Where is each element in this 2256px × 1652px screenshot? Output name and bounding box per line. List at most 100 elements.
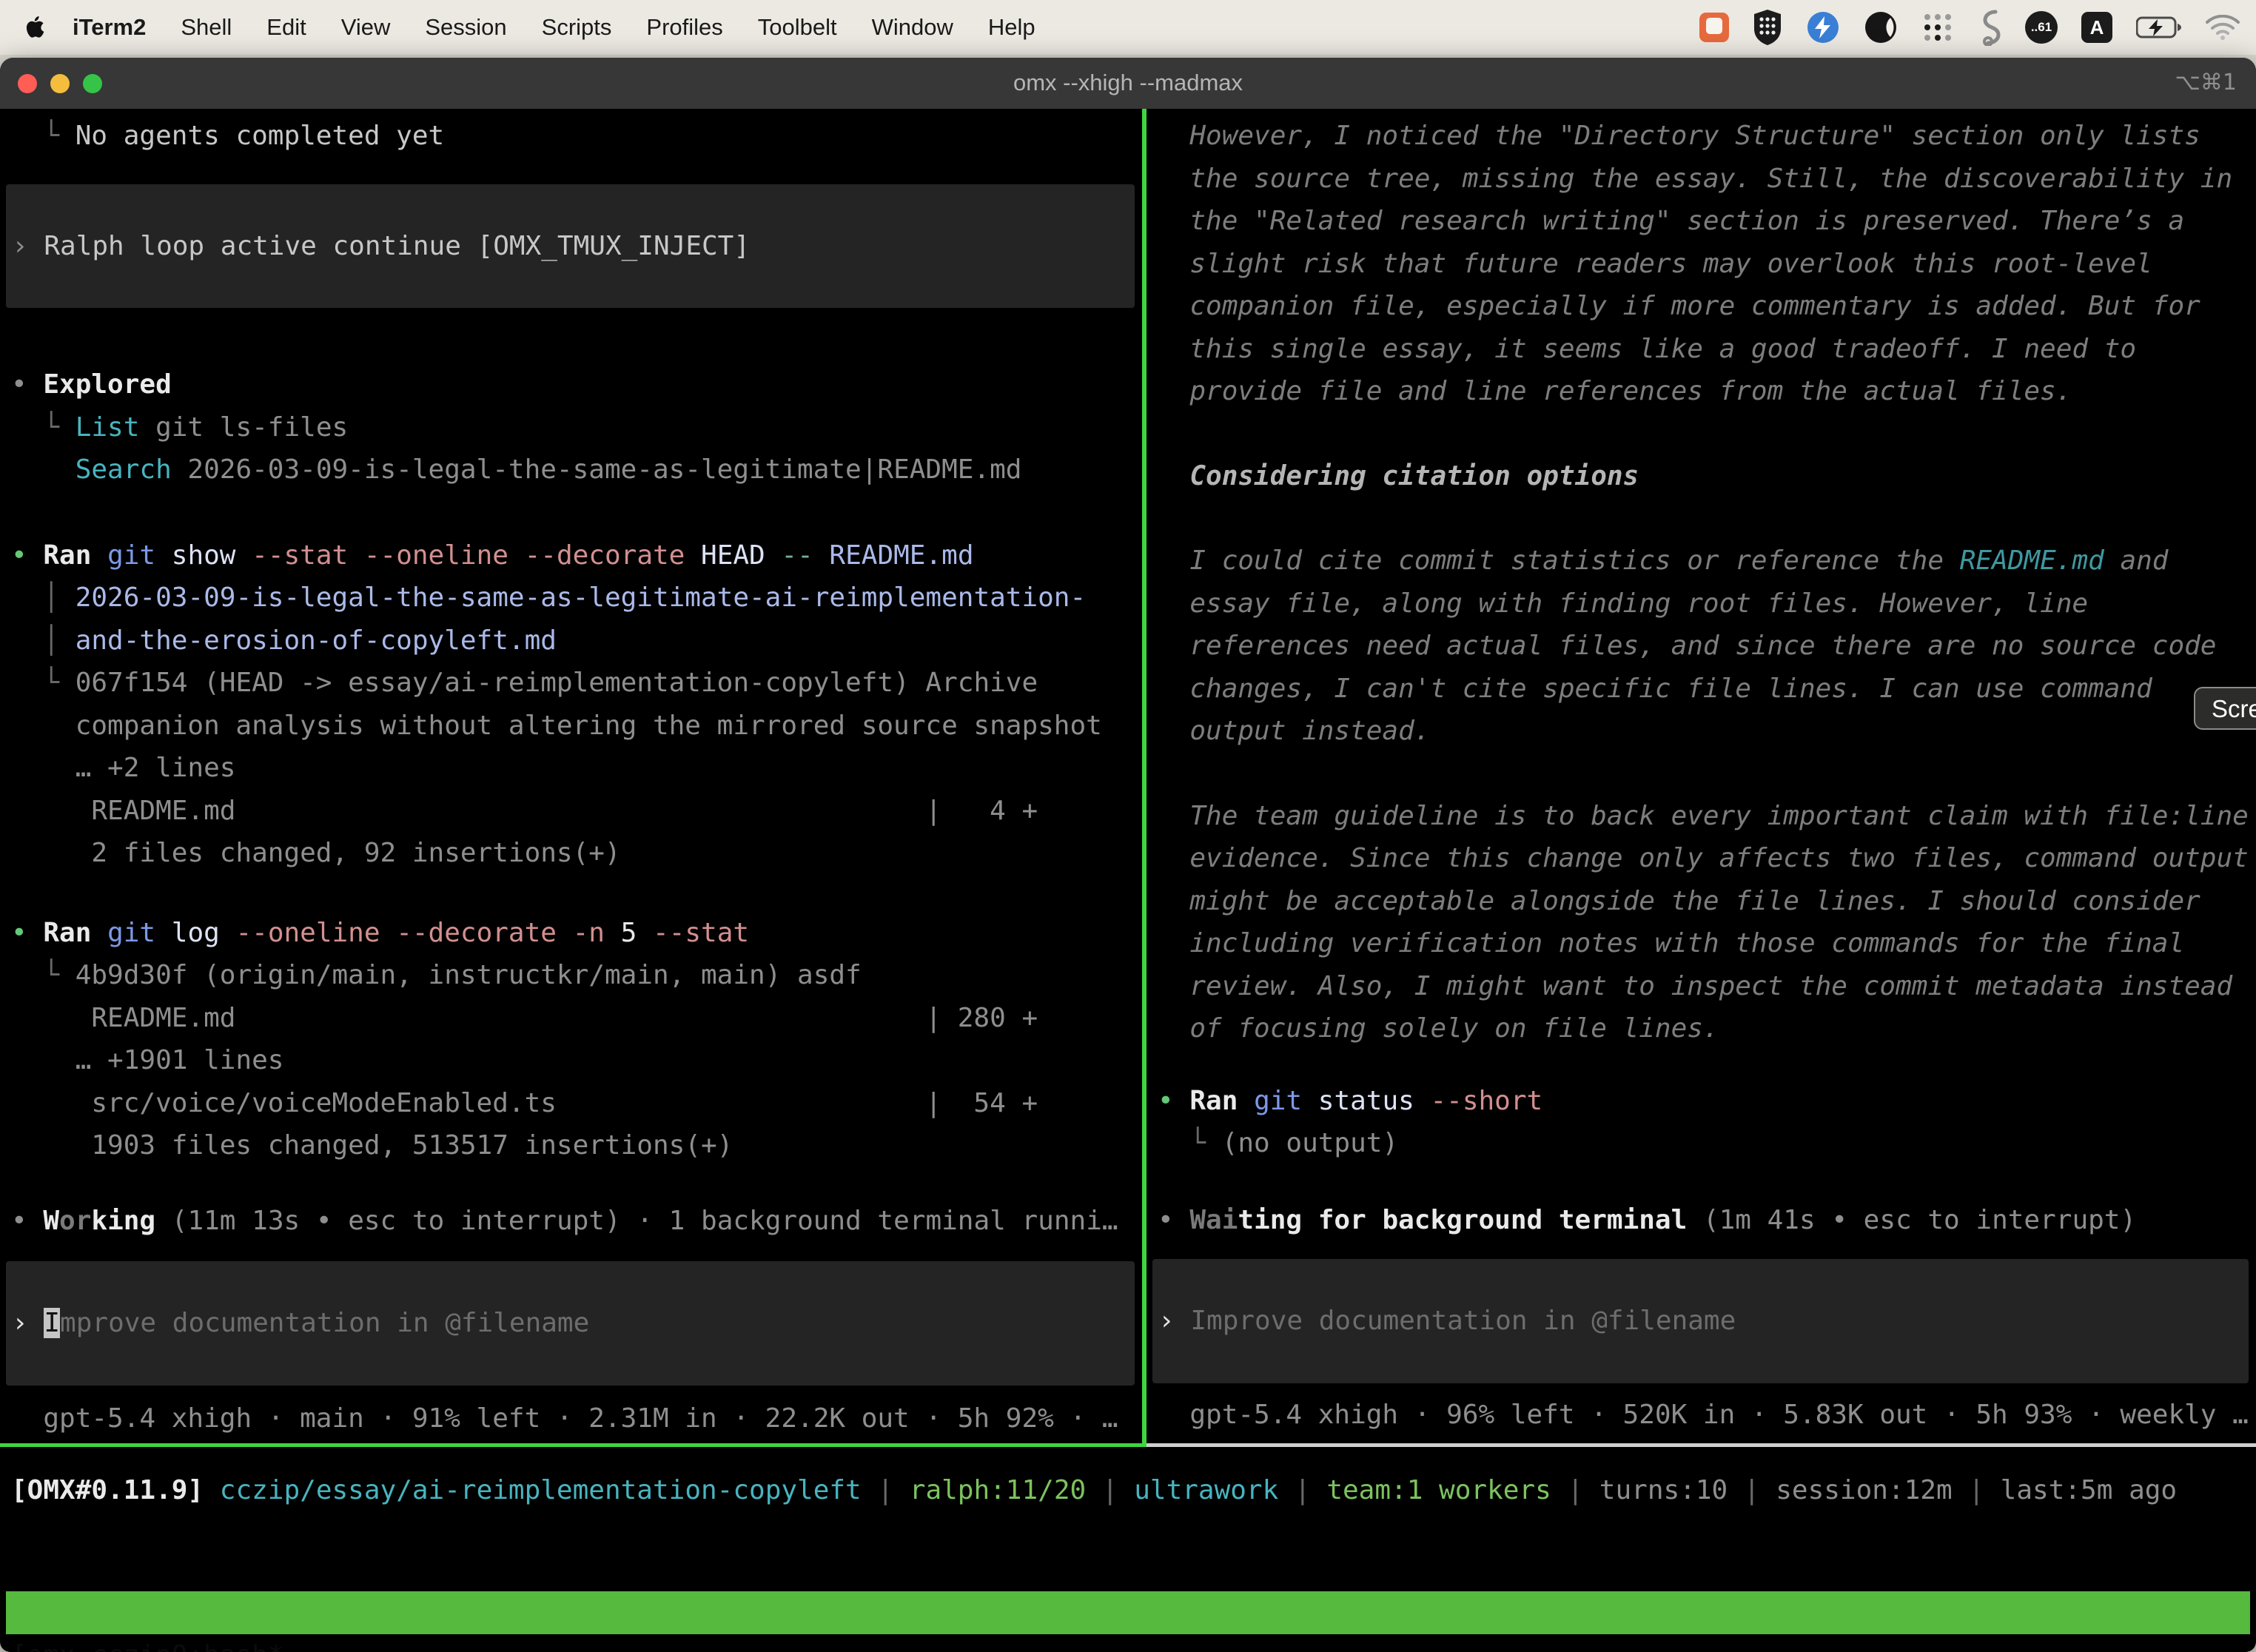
reasoning-text: slight risk that future readers may over… — [1147, 243, 2256, 286]
pane-border-left-active — [0, 1443, 1142, 1447]
model-status-right: gpt-5.4 xhigh · 96% left · 520K in · 5.8… — [1147, 1394, 2256, 1437]
iterm2-window: omx --xhigh --madmax ⌥⌘1 └ No agents com… — [0, 58, 2256, 1652]
spacer — [0, 109, 1142, 115]
chat-icon[interactable] — [1699, 13, 1729, 42]
text-segment: … +1901 lines — [11, 1045, 283, 1075]
text-segment: including verification notes with those … — [1158, 928, 2184, 958]
spacer — [1147, 1050, 2256, 1080]
text-segment: However, I noticed the "Directory Struct… — [1158, 121, 2200, 151]
wifi-icon[interactable] — [2206, 15, 2240, 40]
pie-icon[interactable] — [1864, 10, 1898, 44]
ralph-loop-banner[interactable]: › Ralph loop active continue [OMX_TMUX_I… — [6, 184, 1135, 309]
text-segment: Ran — [43, 918, 107, 948]
prompt-input-left[interactable]: › Improve documentation in @filename — [6, 1261, 1135, 1386]
working-status-line: • Working (11m 13s • esc to interrupt) ·… — [0, 1200, 1142, 1243]
reasoning-text: evidence. Since this change only affects… — [1147, 837, 2256, 880]
git-show-output: 2 files changed, 92 insertions(+) — [0, 832, 1142, 875]
text-segment: Ralph loop active continue [OMX_TMUX_INJ… — [44, 231, 750, 261]
command-wrap-line: │ 2026-03-09-is-legal-the-same-as-legiti… — [0, 577, 1142, 620]
spacer — [0, 158, 1142, 184]
text-segment: (1m 41s • esc to interrupt) — [1687, 1205, 2136, 1235]
text-segment: gpt-5.4 xhigh · 96% left · 520K in · 5.8… — [1158, 1400, 2249, 1430]
terminal-content[interactable]: └ No agents completed yet › Ralph loop ac… — [0, 109, 2256, 1590]
text-segment: git — [107, 918, 172, 948]
menu-item-toolbelt[interactable]: Toolbelt — [758, 14, 837, 41]
window-title: omx --xhigh --madmax — [0, 70, 2256, 96]
spacer — [0, 875, 1142, 912]
tmux-session-label[interactable]: [omx-cczip0:bash* — [11, 1634, 283, 1652]
text-segment: I could cite commit statistics or refere… — [1158, 545, 1960, 576]
text-segment: output instead. — [1158, 716, 1430, 746]
text-segment: this single essay, it seems like a good … — [1158, 334, 2136, 364]
text-segment: Wai — [1189, 1205, 1238, 1235]
menu-item-session[interactable]: Session — [425, 14, 506, 41]
text-segment: Considering citation options — [1158, 461, 1639, 491]
text-segment: review. Also, I might want to inspect th… — [1158, 971, 2232, 1001]
keyboard-a-icon[interactable]: A — [2081, 12, 2112, 43]
text-segment: └ — [11, 121, 75, 151]
shield-grid-icon[interactable] — [1753, 10, 1782, 45]
text-segment: • — [11, 540, 43, 571]
badge-61-icon[interactable]: ..61 — [2025, 11, 2058, 44]
omx-separator — [204, 1475, 220, 1505]
menu-status-icons: ..61 A — [1699, 0, 2240, 55]
text-segment: No agents completed yet — [75, 121, 445, 151]
menu-item-window[interactable]: Window — [872, 14, 953, 41]
spacer — [1147, 497, 2256, 540]
menu-item-profiles[interactable]: Profiles — [646, 14, 722, 41]
title-bar[interactable]: omx --xhigh --madmax ⌥⌘1 — [0, 58, 2256, 110]
menu-item-view[interactable]: View — [341, 14, 391, 41]
readme-link: README.md — [1960, 545, 2104, 576]
reasoning-text: review. Also, I might want to inspect th… — [1147, 965, 2256, 1008]
text-segment: provide file and line references from th… — [1158, 376, 2072, 406]
text-segment — [11, 454, 75, 485]
waiting-status-line: • Waiting for background terminal (1m 41… — [1147, 1199, 2256, 1242]
text-segment: • — [11, 369, 43, 400]
dots-grid-icon[interactable] — [1921, 11, 1954, 44]
explored-list-item: └ List git ls-files — [0, 406, 1142, 449]
text-segment: README.md — [829, 540, 973, 571]
text-segment: • — [11, 1206, 43, 1236]
menu-item-scripts[interactable]: Scripts — [542, 14, 612, 41]
tmux-pane-left[interactable]: └ No agents completed yet › Ralph loop ac… — [0, 109, 1142, 1443]
reasoning-heading: Considering citation options — [1147, 455, 2256, 498]
menu-item-shell[interactable]: Shell — [181, 14, 232, 41]
text-segment: … +2 lines — [11, 753, 235, 783]
text-segment: changes, I can't cite specific file line… — [1158, 674, 2152, 704]
text-segment: git — [1254, 1086, 1318, 1116]
text-segment: --oneline --decorate — [235, 918, 572, 948]
text-segment: and-the-erosion-of-copyleft.md — [75, 625, 557, 656]
text-segment: 2 files changed, 92 insertions(+) — [11, 838, 621, 868]
omx-last: last:5m ago — [2001, 1475, 2177, 1505]
apple-menu-icon[interactable] — [25, 16, 44, 38]
text-segment: • — [1158, 1205, 1189, 1235]
text-segment: (11m 13s • esc to interrupt) · 1 backgro… — [155, 1206, 1118, 1236]
spacer — [0, 1167, 1142, 1200]
text-segment: › — [12, 1308, 44, 1338]
text-segment: (no output) — [1222, 1128, 1398, 1158]
text-segment: Improve documentation in @filename — [1190, 1306, 1736, 1336]
menu-item-edit[interactable]: Edit — [266, 14, 306, 41]
text-segment: git — [107, 540, 172, 571]
git-log-output: src/voice/voiceModeEnabled.ts | 54 + — [0, 1082, 1142, 1125]
spacer — [1147, 109, 2256, 115]
lightning-icon[interactable] — [1806, 10, 1840, 44]
spacer — [1147, 753, 2256, 795]
menu-item-help[interactable]: Help — [988, 14, 1035, 41]
squiggle-icon[interactable] — [1978, 9, 2001, 46]
battery-icon[interactable] — [2136, 16, 2182, 38]
omx-mode: ultrawork — [1134, 1475, 1278, 1505]
explored-search-item: Search 2026-03-09-is-legal-the-same-as-l… — [0, 449, 1142, 491]
text-segment: • — [1158, 1086, 1189, 1116]
reasoning-text: essay file, along with finding root file… — [1147, 582, 2256, 625]
spacer — [0, 1386, 1142, 1397]
text-segment: the source tree, missing the essay. Stil… — [1158, 164, 2232, 194]
prompt-input-right[interactable]: › Improve documentation in @filename — [1152, 1259, 2249, 1383]
omx-version: [OMX#0.11.9] — [11, 1475, 204, 1505]
menu-item-iterm2[interactable]: iTerm2 — [73, 14, 146, 41]
tmux-pane-right[interactable]: However, I noticed the "Directory Struct… — [1147, 109, 2256, 1443]
git-log-output: 1903 files changed, 513517 insertions(+) — [0, 1124, 1142, 1167]
text-segment: slight risk that future readers may over… — [1158, 249, 2152, 279]
menu-items: iTerm2 Shell Edit View Session Scripts Profile… — [73, 14, 1035, 41]
omx-session: session:12m — [1776, 1475, 1952, 1505]
